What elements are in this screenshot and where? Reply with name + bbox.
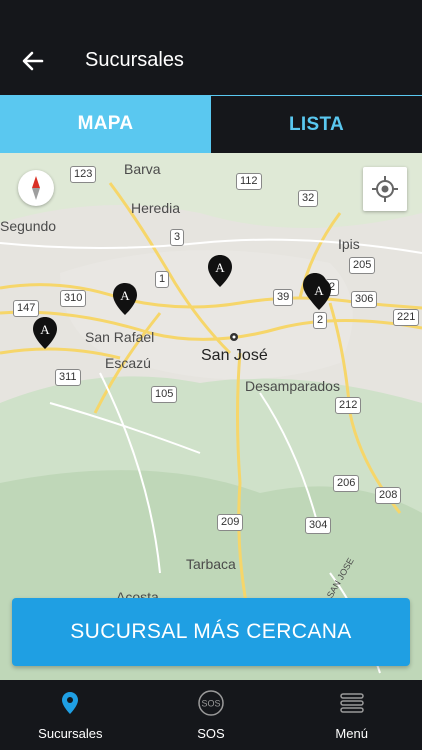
svg-text:A: A [314, 283, 324, 298]
app-header: Sucursales [0, 0, 422, 95]
branch-pin[interactable]: A [112, 282, 138, 316]
my-location-button[interactable] [363, 167, 407, 211]
branch-pin[interactable]: A [306, 277, 332, 311]
route-shield: 205 [349, 257, 376, 274]
route-shield: 221 [393, 309, 420, 326]
place-san-rafael: San Rafael [85, 329, 155, 345]
route-shield: 1 [155, 271, 170, 288]
bottom-nav: Sucursales SOS SOS Menú [0, 680, 422, 750]
svg-text:A: A [40, 322, 50, 337]
route-shield: 32 [298, 190, 319, 207]
place-desamparados: Desamparados [245, 378, 340, 394]
arrow-left-icon[interactable] [20, 48, 46, 74]
place-heredia: Heredia [131, 200, 181, 216]
place-ipis: Ipis [338, 236, 360, 252]
sos-icon: SOS [198, 690, 224, 716]
route-shield: 123 [70, 166, 97, 183]
route-shield: 3 [170, 229, 185, 246]
route-shield: 2 [313, 312, 328, 329]
route-shield: 208 [375, 487, 402, 504]
place-tarbaca: Tarbaca [186, 556, 236, 572]
route-shield: 311 [55, 369, 81, 386]
menu-icon [339, 693, 364, 713]
compass-icon [32, 176, 40, 200]
nav-label: SOS [197, 726, 225, 741]
route-shield: 212 [335, 397, 362, 414]
route-shield: 39 [273, 289, 294, 306]
view-tabs: MAPA LISTA [0, 95, 422, 153]
nav-label: Sucursales [38, 726, 103, 741]
nav-sucursales[interactable]: Sucursales [0, 680, 141, 750]
branch-pin[interactable]: A [32, 316, 58, 350]
route-shield: 147 [13, 300, 40, 317]
place-segundo: Segundo [0, 218, 57, 234]
crosshair-icon [372, 176, 398, 202]
compass-button[interactable] [18, 170, 54, 206]
page-title: Sucursales [85, 49, 184, 71]
route-shield: 112 [236, 173, 262, 190]
route-shield: 310 [60, 290, 87, 307]
nearest-branch-button[interactable]: SUCURSAL MÁS CERCANA [12, 598, 410, 666]
tab-mapa[interactable]: MAPA [0, 95, 211, 153]
place-san-jose: San José [201, 347, 268, 364]
branch-pin[interactable]: A [207, 254, 233, 288]
nav-label: Menú [335, 726, 368, 741]
place-barva: Barva [124, 161, 161, 177]
tab-lista[interactable]: LISTA [211, 95, 422, 153]
svg-text:A: A [120, 288, 130, 303]
nav-sos[interactable]: SOS SOS [141, 680, 282, 750]
place-escazu: Escazú [105, 355, 151, 371]
map-pin-icon [62, 692, 79, 714]
svg-text:SOS: SOS [201, 699, 220, 709]
route-shield: 306 [351, 291, 378, 308]
route-shield: 206 [333, 475, 360, 492]
route-shield: 105 [151, 386, 178, 403]
route-shield: 304 [305, 517, 332, 534]
nav-menu[interactable]: Menú [281, 680, 422, 750]
svg-text:A: A [215, 260, 225, 275]
route-shield: 209 [217, 514, 244, 531]
